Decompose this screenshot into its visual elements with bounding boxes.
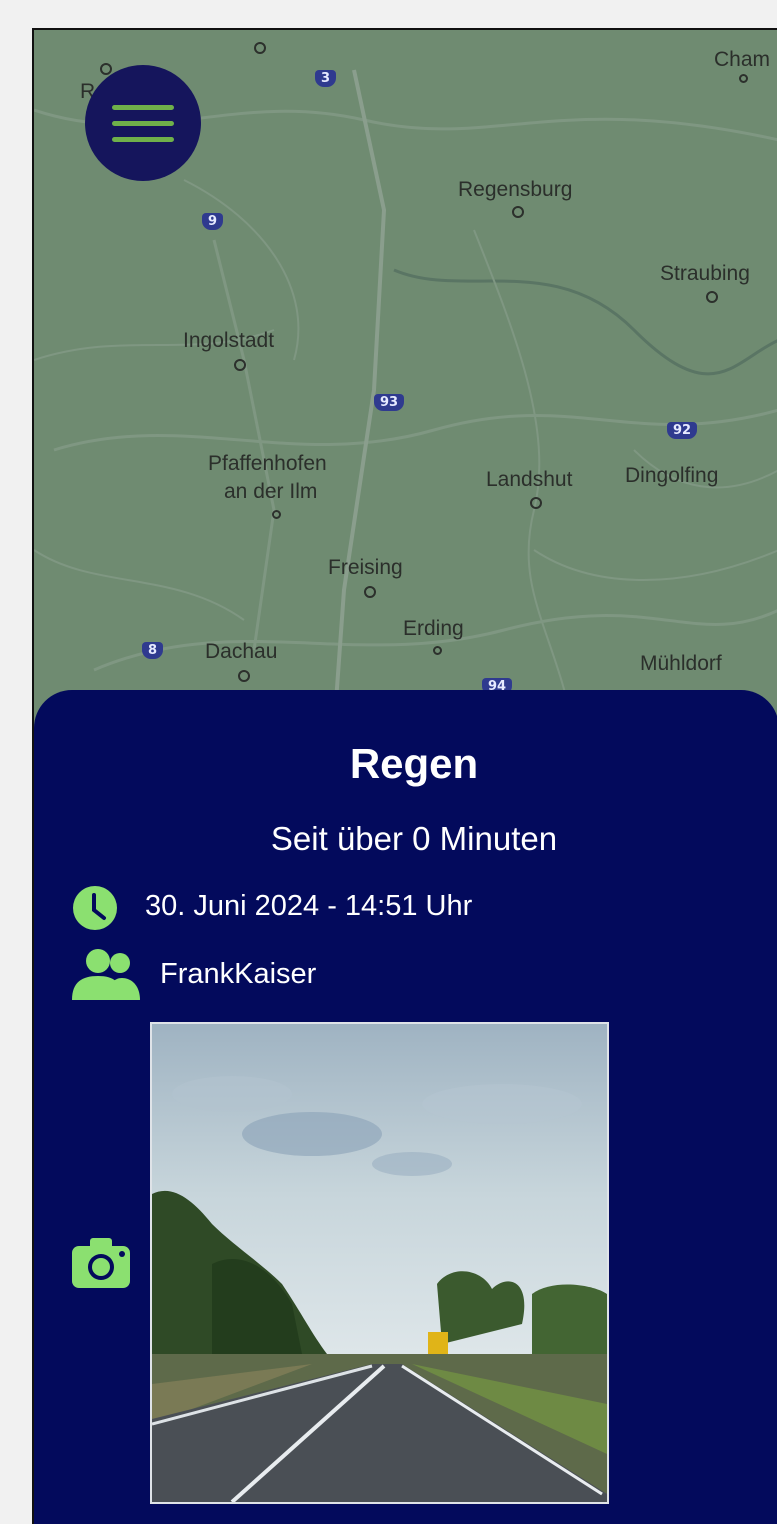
map-label-dachau: Dachau [205,640,278,663]
map-marker-landshut [530,497,542,509]
hamburger-menu-icon-bar [112,104,174,110]
map-label-an-der-ilm: an der Ilm [224,480,318,503]
map-marker-top [254,42,266,54]
map-label-freising: Freising [328,556,403,579]
users-icon [72,949,140,1000]
app-screen: Cham Regensburg Straubing Ingolstadt Pfa… [32,28,777,1524]
map-marker-pfaffenhofen [272,510,281,519]
map-label-muehldorf: Mühldorf [640,652,722,675]
report-datetime: 30. Juni 2024 - 14:51 Uhr [145,890,473,922]
map-marker-erding [433,646,442,655]
road-shield: 92 [667,422,698,439]
map-label-erding: Erding [403,617,464,640]
map-label-dingolfing: Dingolfing [625,464,719,487]
road-shield: 93 [374,394,405,411]
report-duration: Seit über 0 Minuten [270,820,558,857]
map-label-cham: Cham [714,48,771,71]
map-marker-regensburg [512,206,524,218]
hamburger-menu-icon-bar [112,120,174,126]
road-shield: 9 [202,213,224,230]
report-detail-sheet: Regen Seit über 0 Minuten 30. Juni 2024 … [34,690,777,1524]
map-label-landshut: Landshut [486,468,573,491]
hamburger-menu-icon-bar [112,136,174,142]
map-marker-freising [364,586,376,598]
report-title: Regen [349,740,479,787]
map-label-straubing: Straubing [660,262,750,285]
map-marker-partial [100,63,112,75]
map-marker-cham [739,74,748,83]
road-shield: 3 [315,70,337,87]
report-user[interactable]: FrankKaiser [160,958,316,991]
map-marker-straubing [706,291,718,303]
menu-button[interactable] [85,65,201,181]
map-label-ingolstadt: Ingolstadt [183,329,275,352]
map-marker-ingolstadt [234,359,246,371]
map-marker-dachau [238,670,250,682]
road-photo-image [152,1024,607,1502]
road-shield: 8 [142,642,164,659]
camera-icon[interactable] [72,1238,130,1288]
clock-icon [73,886,117,930]
report-photo[interactable] [150,1022,609,1504]
map-label-regensburg: Regensburg [458,178,573,201]
map-label-pfaffenhofen: Pfaffenhofen [208,452,327,475]
